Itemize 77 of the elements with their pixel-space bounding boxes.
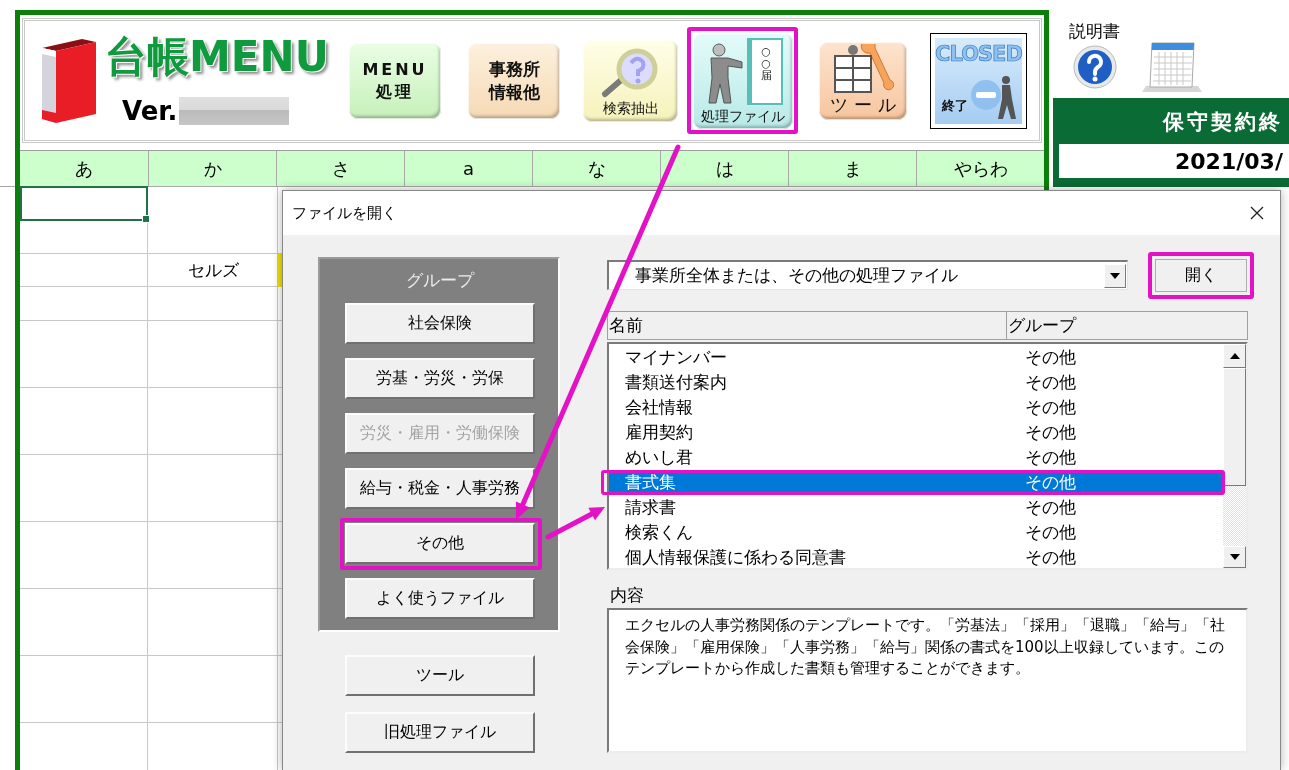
index-tab[interactable]: は	[660, 151, 788, 186]
list-row[interactable]: 請求書 その他	[609, 495, 1223, 520]
up-triangle-icon	[1229, 353, 1240, 359]
binder-icon	[41, 37, 97, 124]
file-group: その他	[1025, 546, 1076, 569]
file-name: 検索くん	[625, 521, 693, 544]
contract-end-date: 2021/03/	[1059, 144, 1289, 178]
index-tab[interactable]: あ	[20, 151, 148, 186]
file-group: その他	[1025, 446, 1076, 469]
file-name: 会社情報	[625, 396, 693, 419]
file-name: 請求書	[625, 496, 676, 519]
description-label: 内容	[610, 585, 644, 605]
column-header[interactable]: グループ	[1007, 312, 1247, 339]
index-tab[interactable]: やらわ	[916, 151, 1044, 186]
list-row[interactable]: めいし君 その他	[609, 445, 1223, 470]
file-group: その他	[1025, 496, 1076, 519]
dialog-title: ファイルを開く	[292, 203, 397, 223]
category-dropdown[interactable]: 事業所全体または、その他の処理ファイル	[607, 260, 1128, 290]
group-button[interactable]: 給与・税金・人事労務	[345, 468, 535, 509]
index-tab[interactable]: a	[404, 151, 532, 186]
file-group: その他	[1025, 371, 1076, 394]
dialog-button[interactable]: ツール	[345, 655, 535, 696]
list-row[interactable]: 個人情報保護に係わる同意書 その他	[609, 545, 1223, 570]
file-name: 個人情報保護に係わる同意書	[625, 546, 846, 569]
process-files-button[interactable]: ○○届 処理ファイル	[693, 32, 793, 129]
dropdown-button[interactable]	[1104, 263, 1126, 288]
manual-label[interactable]: 説明書	[1069, 21, 1120, 41]
group-button[interactable]: 社会保険	[345, 303, 535, 344]
file-name: 書式集	[625, 471, 676, 494]
table-cell-text: セルズ	[186, 259, 240, 283]
file-group: その他	[1025, 396, 1076, 419]
column-header[interactable]: 名前	[608, 312, 1007, 339]
version-label: Ver.	[122, 95, 178, 126]
search-button[interactable]: 検索抽出	[583, 39, 678, 122]
calendar-icon[interactable]	[1142, 42, 1202, 92]
dialog-button[interactable]: 旧処理ファイル	[345, 712, 535, 753]
fill-handle-icon	[142, 214, 150, 223]
help-icon[interactable]	[1073, 45, 1117, 89]
group-button[interactable]: その他	[345, 523, 535, 564]
index-tab[interactable]: ま	[788, 151, 916, 186]
list-row[interactable]: 検索くん その他	[609, 520, 1223, 545]
description-field[interactable]: エクセルの人事労務関係のテンプレートです。「労基法」「採用」「退職」「給与」「社会保険」「雇用保険」「人事労務」「給与」関係の書式を100以上収録しています。このテンプレートから作成した書類も管理することができます。	[607, 608, 1248, 753]
close-icon	[1250, 206, 1264, 220]
selected-cell[interactable]	[20, 186, 148, 221]
group-button[interactable]: よく使うファイル	[345, 578, 535, 619]
scroll-down-button[interactable]	[1223, 546, 1246, 568]
file-group: その他	[1025, 471, 1076, 494]
scroll-up-button[interactable]	[1223, 344, 1246, 368]
minus-circle-person-icon	[969, 75, 1016, 119]
exit-button[interactable]: CLOSED 終了	[930, 32, 1027, 129]
down-triangle-icon	[1229, 554, 1240, 560]
file-group: その他	[1025, 421, 1076, 444]
index-tab[interactable]: か	[148, 151, 276, 186]
app-title: 台帳MENU	[105, 33, 329, 80]
file-group: その他	[1025, 521, 1076, 544]
list-row[interactable]: 雇用契約 その他	[609, 420, 1223, 445]
cell-marker	[278, 254, 282, 287]
file-group: その他	[1025, 346, 1076, 369]
scroll-thumb[interactable]	[1223, 368, 1246, 486]
file-name: 雇用契約	[625, 421, 693, 444]
tools-button[interactable]: ツール	[819, 41, 907, 120]
group-button[interactable]: 労基・労災・労保	[345, 358, 535, 399]
list-row[interactable]: 書類送付案内 その他	[609, 370, 1223, 395]
list-row[interactable]: マイナンバー その他	[609, 345, 1223, 370]
file-name: 書類送付案内	[625, 371, 727, 394]
group-panel-title: グループ	[406, 270, 474, 290]
form-binder: ○○届	[746, 38, 783, 105]
open-button[interactable]: 開く	[1155, 258, 1247, 292]
contract-title: 保守契約終	[1163, 109, 1283, 136]
office-info-button[interactable]: 事務所 情報他	[468, 42, 560, 119]
file-name: マイナンバー	[625, 346, 727, 369]
index-tab[interactable]: さ	[276, 151, 404, 186]
caret-icon	[1110, 272, 1120, 279]
file-name: めいし君	[625, 446, 693, 469]
menu-button[interactable]: MENU 処理	[349, 42, 441, 119]
list-row[interactable]: 会社情報 その他	[609, 395, 1223, 420]
index-tab[interactable]: な	[532, 151, 660, 186]
